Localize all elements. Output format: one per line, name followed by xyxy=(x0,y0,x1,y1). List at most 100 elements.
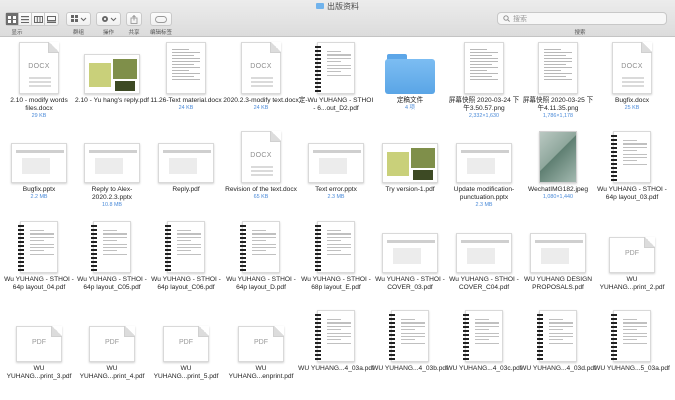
file-item[interactable]: PDF WU YUHANG...print_2.pdf xyxy=(594,219,670,309)
text-line xyxy=(549,335,573,338)
binding-icon xyxy=(315,225,321,271)
text-line xyxy=(327,243,351,245)
file-item[interactable]: DOCX Bugfix.docx 25 KB xyxy=(594,40,670,130)
text-line xyxy=(623,153,647,155)
file-item[interactable]: Reply.pdf xyxy=(148,129,224,219)
slide-strip xyxy=(387,240,435,243)
file-thumbnail xyxy=(446,40,522,94)
file-item[interactable]: Wu YUHANG - STHOI - 64p layout_D.pdf xyxy=(223,219,299,309)
file-item[interactable]: Try version-1.pdf xyxy=(372,129,448,219)
gallery-icon xyxy=(47,15,56,23)
text-line xyxy=(401,329,416,331)
file-item[interactable]: DOCX 2020.2.3-modify text.docx 24 KB xyxy=(223,40,299,130)
text-line xyxy=(327,240,342,242)
file-item[interactable]: Wu YUHANG - STHOI - COVER_03.pdf xyxy=(372,219,448,309)
file-item[interactable]: Update modification-punctuation.pptx 2.3 … xyxy=(446,129,522,219)
text-line xyxy=(103,246,127,249)
file-item[interactable]: 定-Wu YUHANG - STHOI - 6...out_D2.pdf xyxy=(298,40,374,130)
file-item[interactable]: Text error.pptx 2.3 MB xyxy=(298,129,374,219)
file-item[interactable]: WU YUHANG...5_03a.pdf xyxy=(594,308,670,398)
text-line xyxy=(177,233,201,235)
presentation-preview-icon xyxy=(530,233,586,273)
file-item[interactable]: Wu YUHANG - STHOI - 68p layout_E.pdf xyxy=(298,219,374,309)
pdf-label: PDF xyxy=(32,339,46,346)
text-line xyxy=(30,243,54,245)
docx-label: DOCX xyxy=(250,63,272,70)
file-name: 2.10 - modify words files.docx xyxy=(10,97,68,112)
text-line xyxy=(544,54,567,57)
share-label: 共享 xyxy=(128,30,140,36)
pdf-document-icon xyxy=(91,221,131,273)
file-item[interactable]: Bugfix.pptx 2.2 MB xyxy=(1,129,77,219)
file-size: 2,332×1,630 xyxy=(468,113,500,119)
file-size: 29 KB xyxy=(31,113,47,119)
binding-icon xyxy=(463,314,469,360)
text-line xyxy=(544,51,572,54)
text-line xyxy=(103,230,118,232)
file-item[interactable]: WU YUHANG...4_03c.pdf xyxy=(446,308,522,398)
search-label: 搜索 xyxy=(574,30,586,36)
pdf-document-icon xyxy=(315,310,355,362)
share-button[interactable] xyxy=(126,12,142,26)
search-input[interactable]: 搜索 xyxy=(497,12,667,25)
file-item[interactable]: WU YUHANG...4_03d.pdf xyxy=(520,308,596,398)
slide-strip xyxy=(16,150,64,153)
file-item[interactable]: Wu YUHANG - STHOI - 64p layout_04.pdf xyxy=(1,219,77,309)
text-line xyxy=(623,140,638,142)
text-line xyxy=(103,243,127,245)
file-thumbnail xyxy=(1,219,77,273)
text-line xyxy=(470,75,493,78)
gallery-view-button[interactable] xyxy=(45,13,58,25)
file-item[interactable]: DOCX 2.10 - modify words files.docx 29 KB xyxy=(1,40,77,130)
group-button[interactable] xyxy=(66,12,91,26)
icon-view-button[interactable] xyxy=(6,13,19,25)
file-item[interactable]: PDF WU YUHANG...print_5.pdf xyxy=(148,308,224,398)
column-view-button[interactable] xyxy=(32,13,45,25)
file-item[interactable]: Reply to Alex-2020.2.3.pptx 10.8 MB xyxy=(74,129,150,219)
text-line xyxy=(475,332,499,334)
file-item[interactable]: Wu YUHANG - STHOI - 64p layout_C06.pdf xyxy=(148,219,224,309)
file-item[interactable]: 2.10 - Yu hang's reply.pdf xyxy=(74,40,150,130)
text-line xyxy=(549,329,564,331)
binding-icon xyxy=(611,135,617,181)
text-line xyxy=(252,240,267,242)
file-item[interactable]: 屏幕快照 2020-03-24 下午3.50.57.png 2,332×1,630 xyxy=(446,40,522,130)
text-line xyxy=(251,170,273,172)
file-item[interactable]: PDF WU YUHANG...enprint.pdf xyxy=(223,308,299,398)
file-item[interactable]: Wu YUHANG - STHOI - 64p layout_03.pdf xyxy=(594,129,670,219)
text-line xyxy=(327,250,342,252)
text-line xyxy=(622,81,644,83)
docx-document-icon: DOCX xyxy=(612,42,652,94)
file-item[interactable]: PDF WU YUHANG...print_3.pdf xyxy=(1,308,77,398)
file-item[interactable]: Wu YUHANG - STHOI - 64p layout_C05.pdf xyxy=(74,219,150,309)
file-thumbnail xyxy=(298,129,374,183)
file-item[interactable]: WU YUHANG...4_03a.pdf xyxy=(298,308,374,398)
text-line xyxy=(103,233,127,235)
text-line xyxy=(327,339,342,341)
file-item[interactable]: 定稿文件 4 项 xyxy=(372,40,448,130)
docx-lines xyxy=(622,77,644,89)
file-item[interactable]: PDF WU YUHANG...print_4.pdf xyxy=(74,308,150,398)
file-item[interactable]: WechatIMG182.jpeg 1,080×1,440 xyxy=(520,129,596,219)
binding-icon xyxy=(611,314,617,360)
action-button[interactable] xyxy=(96,12,121,26)
file-name: Wu YUHANG - STHOI - 64p layout_D.pdf xyxy=(226,276,296,291)
text-line xyxy=(30,233,54,235)
file-name: Update modification-punctuation.pptx xyxy=(453,186,515,201)
text-line xyxy=(252,243,276,245)
file-item[interactable]: WU YUHANG...4_03b.pdf xyxy=(372,308,448,398)
file-item[interactable]: 屏幕快照 2020-03-25 下午4.11.35.png 1,786×1,178 xyxy=(520,40,596,130)
file-item[interactable]: DOCX Revision of the text.docx 65 KB xyxy=(223,129,299,219)
file-name: Wu YUHANG - STHOI - 68p layout_E.pdf xyxy=(301,276,371,291)
file-thumbnail xyxy=(74,40,150,94)
edit-tags-button[interactable] xyxy=(150,12,172,26)
file-name: 定-Wu YUHANG - STHOI - 6...out_D2.pdf xyxy=(298,97,374,112)
text-line xyxy=(549,322,573,324)
file-item[interactable]: WU YUHANG DESIGN PROPOSALS.pdf xyxy=(520,219,596,309)
slide-strip xyxy=(461,150,509,153)
text-line xyxy=(470,66,498,69)
text-line xyxy=(172,75,195,78)
list-view-button[interactable] xyxy=(19,13,32,25)
file-item[interactable]: 11.26-Text material.docx 24 KB xyxy=(148,40,224,130)
file-item[interactable]: Wu YUHANG - STHOI - COVER_C04.pdf xyxy=(446,219,522,309)
